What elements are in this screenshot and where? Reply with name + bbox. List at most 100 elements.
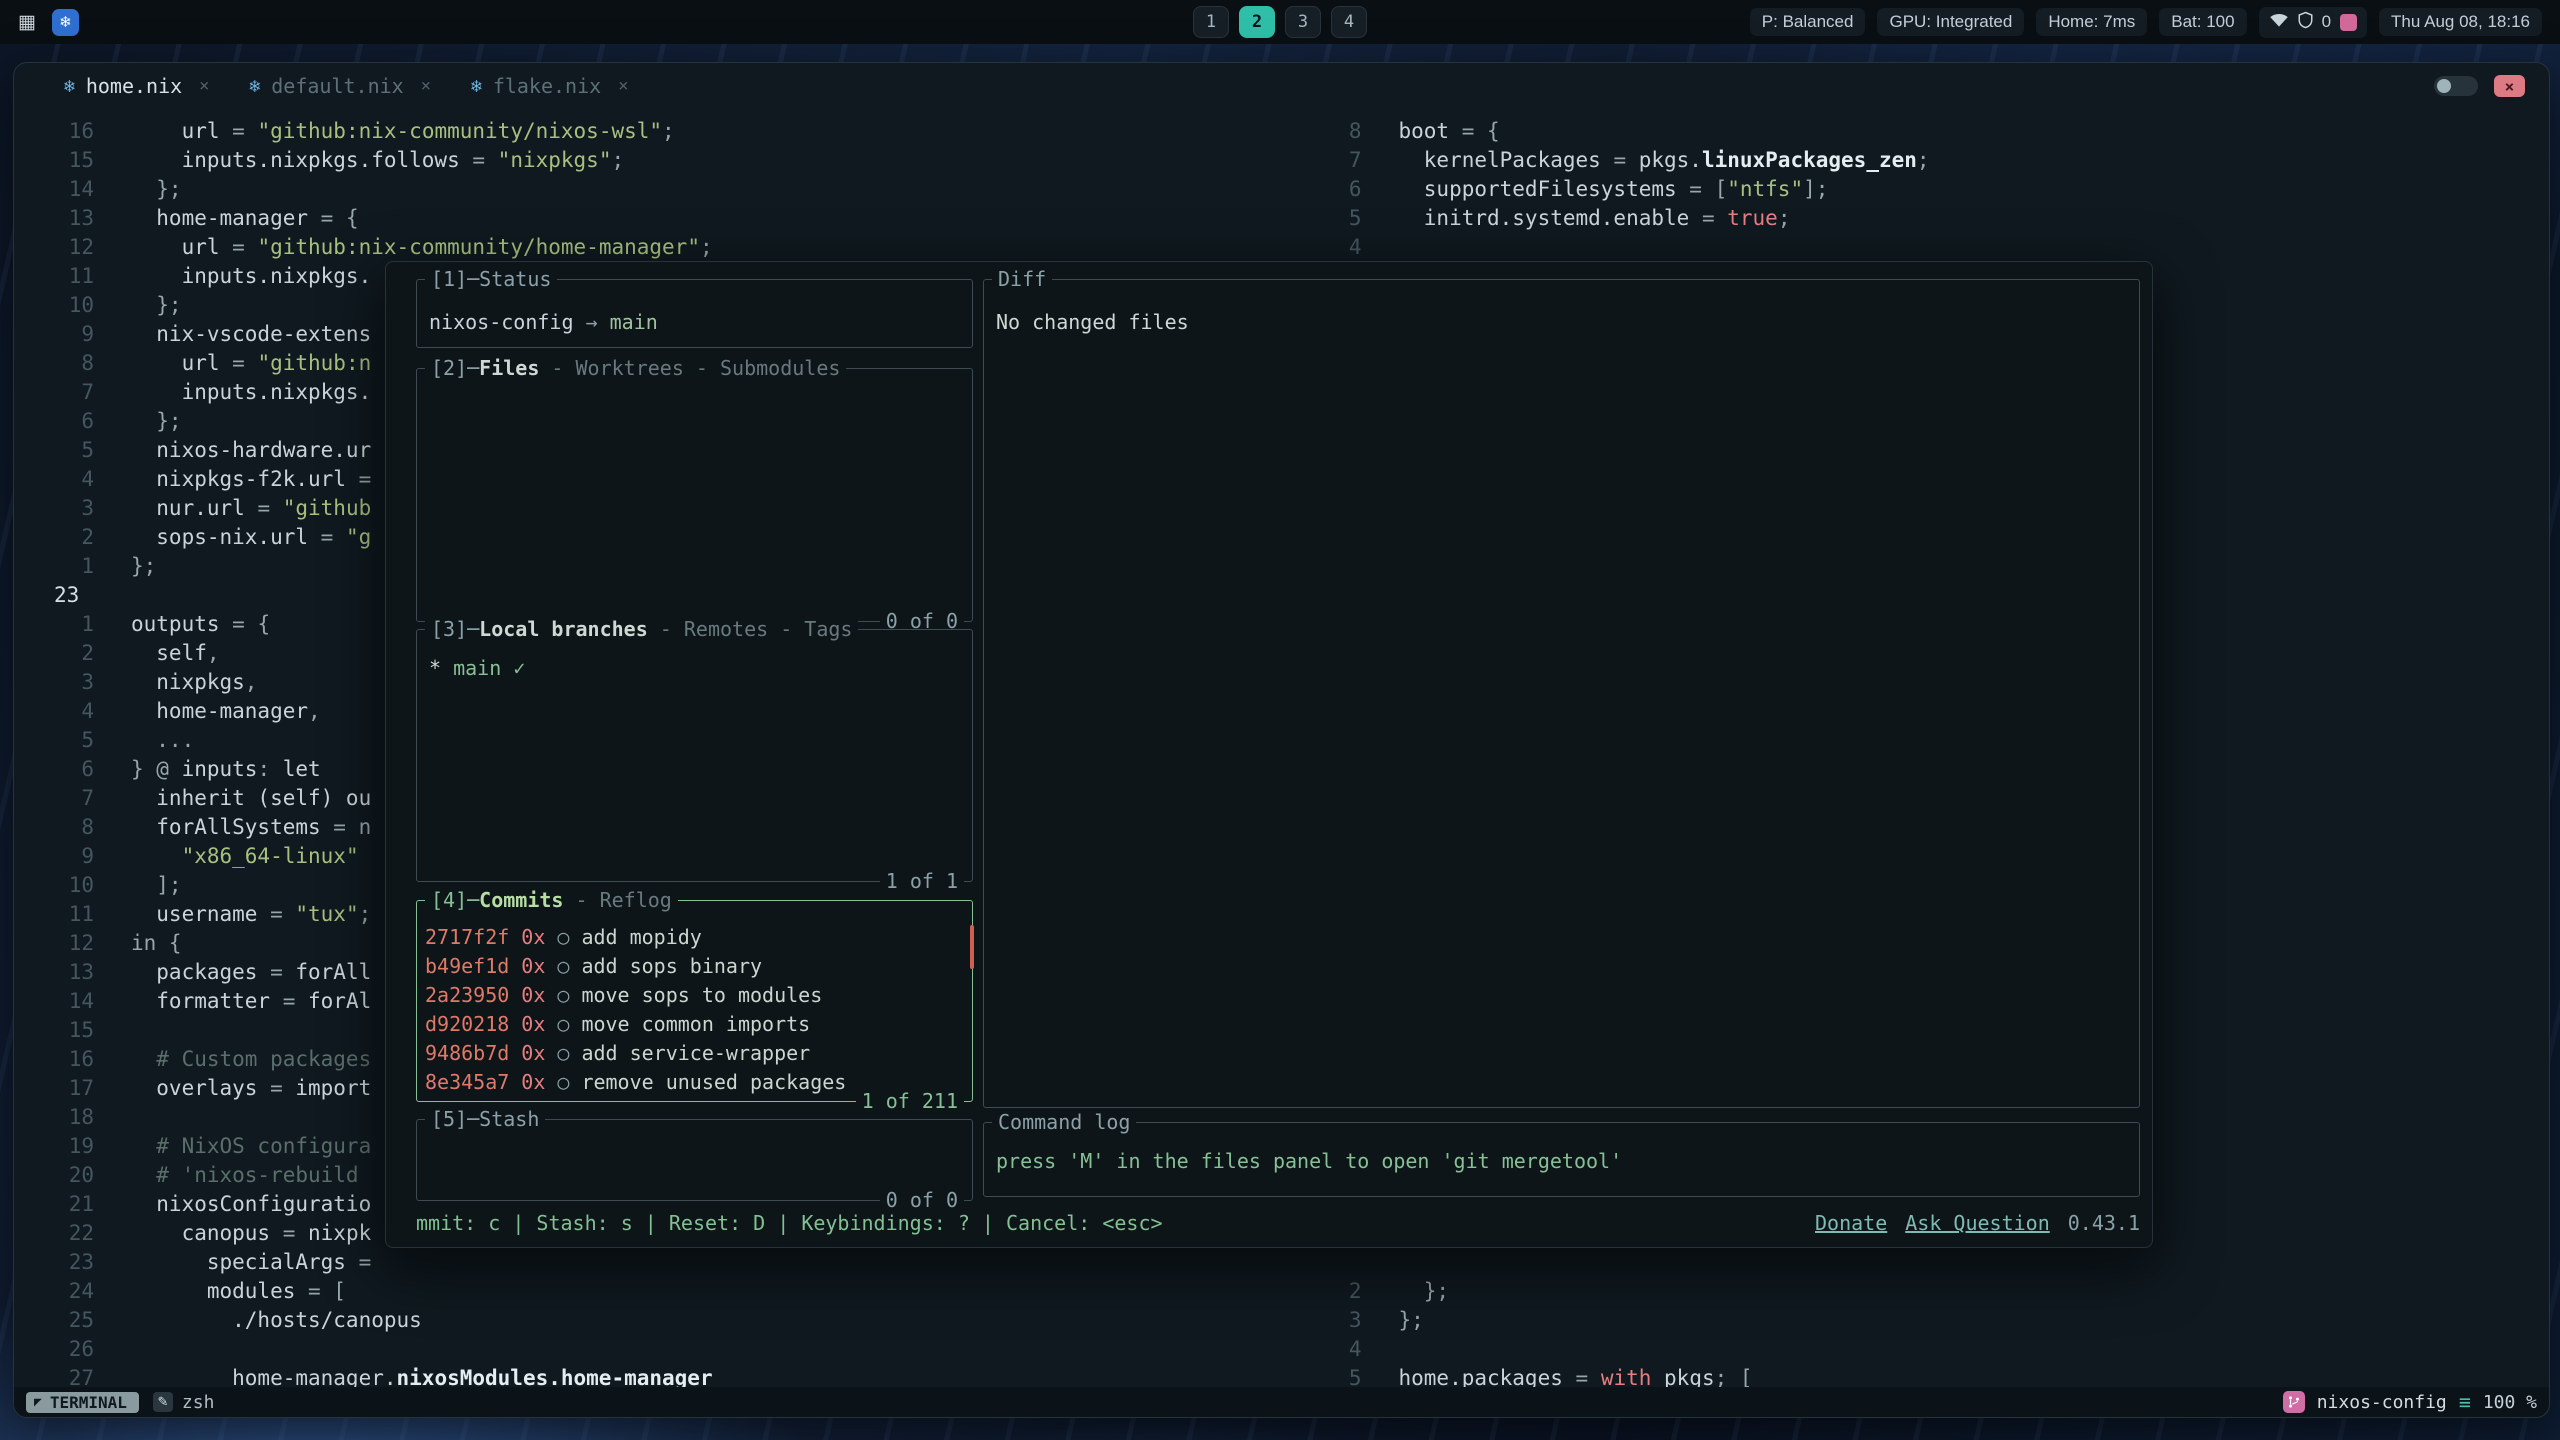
commit-row[interactable]: b49ef1d0x○add sops binary	[425, 954, 966, 983]
line-number: 12	[14, 929, 94, 958]
tab-close-icon[interactable]: ×	[421, 76, 431, 96]
code-text	[1362, 1335, 1399, 1364]
code-text: overlays = import	[94, 1074, 371, 1103]
command-log-title: Command log	[992, 1108, 1136, 1136]
commits-panel[interactable]: [4]─Commits - Reflog 2717f2f0x○add mopid…	[416, 900, 973, 1102]
commit-hash: 2a23950	[425, 983, 509, 1012]
commit-message: remove unused packages	[569, 1070, 846, 1099]
pin-toggle[interactable]	[2434, 76, 2478, 96]
editor-tab[interactable]: ❄flake.nix×	[451, 63, 648, 109]
branches-panel-title: [3]─Local branches - Remotes - Tags	[425, 615, 858, 643]
arrow-icon	[574, 310, 586, 334]
stash-panel[interactable]: [5]─Stash 0 of 0	[416, 1119, 973, 1201]
status-module: Home: 7ms	[2036, 8, 2147, 36]
branches-panel[interactable]: [3]─Local branches - Remotes - Tags * ma…	[416, 629, 973, 882]
editor-tab[interactable]: ❄home.nix×	[44, 63, 229, 109]
system-tray: 0	[2259, 7, 2367, 38]
workspace-button[interactable]: 3	[1285, 6, 1321, 38]
files-panel-title: [2]─Files - Worktrees - Submodules	[425, 354, 846, 382]
code-line: 23 specialArgs =	[14, 1248, 1282, 1277]
commit-list: 2717f2f0x○add mopidyb49ef1d0x○add sops b…	[417, 901, 972, 1099]
code-text	[1362, 1248, 1399, 1277]
tab-close-icon[interactable]: ×	[618, 76, 628, 96]
commit-row[interactable]: d9202180x○move common imports	[425, 1012, 966, 1041]
code-line: 24 modules = [	[14, 1277, 1282, 1306]
commit-row[interactable]: 2717f2f0x○add mopidy	[425, 925, 966, 954]
scroll-percent: 100 %	[2483, 1392, 2537, 1413]
workspace-button[interactable]: 2	[1239, 6, 1275, 38]
shell-indicator[interactable]: ✎ zsh	[153, 1392, 215, 1413]
commit-graph-node: ○	[545, 1041, 569, 1070]
wifi-icon[interactable]	[2269, 12, 2289, 33]
line-number: 14	[14, 987, 94, 1016]
tabs: ❄home.nix×❄default.nix×❄flake.nix×	[44, 63, 648, 109]
topbar-left: ▦ ❄	[18, 9, 79, 36]
line-number: 13	[14, 958, 94, 987]
status-panel-title: [1]─Status	[425, 265, 557, 293]
stash-panel-title: [5]─Stash	[425, 1105, 545, 1133]
code-text: } @ inputs: let	[94, 755, 321, 784]
donate-link[interactable]: Donate	[1815, 1211, 1887, 1235]
commit-row[interactable]: 2a239500x○move sops to modules	[425, 983, 966, 1012]
shell-label: zsh	[182, 1392, 215, 1413]
help-links: Donate Ask Question 0.43.1	[1815, 1211, 2140, 1235]
statusbar-right: nixos-config ≡ 100 %	[2283, 1390, 2537, 1414]
code-text: initrd.systemd.enable = true;	[1362, 204, 1791, 233]
window-close-button[interactable]: ×	[2494, 75, 2525, 97]
line-number: 20	[14, 1161, 94, 1190]
diff-panel[interactable]: Diff No changed files	[983, 279, 2140, 1108]
tray-app-icon[interactable]	[2340, 14, 2357, 31]
code-line: 7 kernelPackages = pkgs.linuxPackages_ze…	[1282, 146, 2550, 175]
pencil-icon: ✎	[153, 1392, 173, 1412]
code-text: ...	[94, 726, 194, 755]
code-text	[1362, 233, 1399, 262]
code-text: };	[94, 175, 182, 204]
clock: Thu Aug 08, 18:16	[2379, 8, 2542, 36]
commits-count: 1 of 211	[856, 1087, 964, 1115]
code-line: 26	[14, 1335, 1282, 1364]
commit-push-status: 0x	[509, 1012, 545, 1041]
commits-scrollbar[interactable]	[970, 925, 974, 969]
line-number: 7	[14, 784, 94, 813]
tab-label: home.nix	[86, 74, 182, 98]
tab-label: flake.nix	[493, 74, 601, 98]
command-log-panel[interactable]: Command log press 'M' in the files panel…	[983, 1122, 2140, 1197]
lazygit-body: [1]─Status nixos-config → main [2]─Files…	[416, 279, 2140, 1201]
code-text: # NixOS configura	[94, 1132, 371, 1161]
line-number: 18	[14, 1103, 94, 1132]
line-number: 10	[14, 291, 94, 320]
apps-grid-icon[interactable]: ▦	[18, 11, 36, 34]
code-text	[94, 581, 131, 610]
workspace-button[interactable]: 1	[1193, 6, 1229, 38]
code-line: 3};	[1282, 1306, 2550, 1335]
commit-hash: 9486b7d	[425, 1041, 509, 1070]
diff-panel-title: Diff	[992, 265, 1052, 293]
commit-hash: 2717f2f	[425, 925, 509, 954]
code-line: 15 inputs.nixpkgs.follows = "nixpkgs";	[14, 146, 1282, 175]
line-number: 9	[14, 320, 94, 349]
ask-question-link[interactable]: Ask Question	[1905, 1211, 2050, 1235]
code-text: nur.url = "github	[94, 494, 371, 523]
editor-tab[interactable]: ❄default.nix×	[229, 63, 451, 109]
line-number: 2	[14, 523, 94, 552]
nixos-logo-icon[interactable]: ❄	[52, 9, 79, 36]
line-number: 4	[1282, 233, 1362, 262]
workspace-button[interactable]: 4	[1331, 6, 1367, 38]
mode-indicator: ◤ TERMINAL	[26, 1392, 139, 1413]
tab-bar: ❄home.nix×❄default.nix×❄flake.nix× ×	[14, 63, 2549, 109]
commit-row[interactable]: 9486b7d0x○add service-wrapper	[425, 1041, 966, 1070]
code-text: nix-vscode-extens	[94, 320, 371, 349]
tab-close-icon[interactable]: ×	[199, 76, 209, 96]
status-panel[interactable]: [1]─Status nixos-config → main	[416, 279, 973, 348]
code-text: inputs.nixpkgs.	[94, 262, 371, 291]
code-text	[94, 1103, 131, 1132]
code-line: 27 home-manager.nixosModules.home-manage…	[14, 1364, 1282, 1387]
diff-content: No changed files	[984, 280, 2139, 334]
shield-icon[interactable]	[2298, 11, 2313, 34]
git-repo-icon	[2283, 1391, 2305, 1413]
code-text: home-manager.nixosModules.home-manager	[94, 1364, 713, 1387]
mode-label: TERMINAL	[50, 1393, 127, 1412]
workspace-switcher: 1234	[1193, 6, 1367, 38]
nix-snowflake-icon: ❄	[249, 76, 260, 97]
files-panel[interactable]: [2]─Files - Worktrees - Submodules 0 of …	[416, 368, 973, 622]
